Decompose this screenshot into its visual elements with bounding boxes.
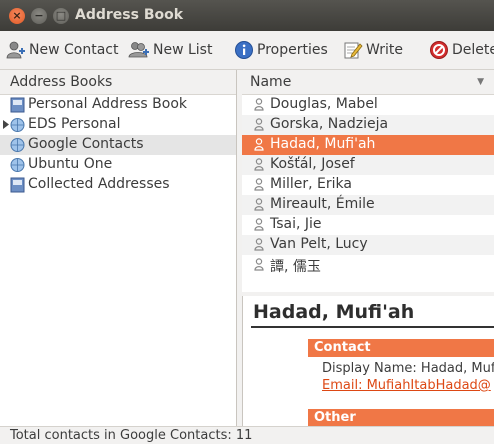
contact-name: 譚, 儒玉 — [270, 259, 321, 275]
minimize-icon[interactable]: − — [31, 8, 47, 24]
address-book-personal[interactable]: Personal Address Book — [0, 95, 236, 115]
write-label: Write — [366, 42, 403, 58]
contact-person-icon — [254, 158, 264, 171]
address-book-label: Ubuntu One — [28, 156, 113, 172]
address-book-icon — [10, 177, 25, 193]
card-divider — [251, 326, 494, 328]
address-books-pane: Address Books Personal Address Book EDS … — [0, 70, 237, 426]
contact-person-icon — [254, 98, 264, 111]
address-books-header[interactable]: Address Books — [0, 70, 236, 95]
maximize-icon[interactable]: □ — [53, 8, 69, 24]
contact-name: Košťál, Josef — [270, 156, 355, 172]
new-list-icon — [128, 42, 149, 58]
properties-button[interactable]: Properties — [234, 39, 328, 61]
globe-icon — [10, 118, 25, 132]
address-book-label: Personal Address Book — [28, 96, 188, 112]
new-contact-icon — [6, 41, 25, 59]
contact-name: Van Pelt, Lucy — [270, 236, 368, 252]
address-book-label: EDS Personal — [28, 116, 121, 132]
contact-row[interactable]: Tsai, Jie — [242, 215, 494, 235]
address-book-eds-personal[interactable]: EDS Personal — [0, 115, 236, 135]
properties-label: Properties — [257, 42, 328, 58]
address-book-ubuntu-one[interactable]: Ubuntu One — [0, 155, 236, 175]
contacts-list-pane: Name ▼ Douglas, Mabel Gorska, Nadzieja Had… — [242, 70, 494, 292]
address-book-collected[interactable]: Collected Addresses — [0, 175, 236, 195]
status-bar: Total contacts in Google Contacts: 11 — [0, 426, 494, 444]
delete-icon — [430, 41, 448, 59]
contact-person-icon — [254, 138, 264, 151]
contact-section-header: Contact — [308, 339, 494, 357]
toolbar: New Contact New List Properties Write De… — [0, 31, 494, 70]
info-icon — [235, 41, 253, 59]
status-text: Total contacts in Google Contacts: 11 — [10, 428, 253, 443]
contact-person-icon — [254, 118, 264, 131]
contact-name: Douglas, Mabel — [270, 96, 378, 112]
write-button[interactable]: Write — [343, 39, 403, 61]
contact-card-pane: Hadad, Mufi'ah Contact Display Name: Had… — [242, 296, 494, 426]
contact-name: Miller, Erika — [270, 176, 352, 192]
name-column-label: Name — [250, 74, 292, 90]
contact-card-name: Hadad, Mufi'ah — [253, 301, 415, 323]
address-book-google-contacts[interactable]: Google Contacts — [0, 135, 236, 155]
delete-label: Delete — [452, 42, 494, 58]
globe-icon — [10, 158, 25, 172]
contact-row[interactable]: Mireault, Émile — [242, 195, 494, 215]
window-titlebar: × − □ Address Book — [0, 0, 494, 31]
contact-row[interactable]: Gorska, Nadzieja — [242, 115, 494, 135]
contact-person-icon — [254, 238, 264, 251]
contact-name: Mireault, Émile — [270, 196, 375, 212]
display-name-value: Display Name: Hadad, Mufi'ah — [322, 361, 494, 376]
new-list-label: New List — [153, 42, 213, 58]
address-book-icon — [10, 97, 25, 113]
contact-person-icon — [254, 198, 264, 211]
contact-row[interactable]: Hadad, Mufi'ah — [242, 135, 494, 155]
contact-row[interactable]: Van Pelt, Lucy — [242, 235, 494, 255]
new-contact-button[interactable]: New Contact — [6, 39, 118, 61]
email-link[interactable]: Email: MufiahItabHadad@ — [322, 378, 491, 393]
contact-row[interactable]: Košťál, Josef — [242, 155, 494, 175]
new-contact-label: New Contact — [29, 42, 119, 58]
address-book-label: Google Contacts — [28, 136, 144, 152]
close-icon[interactable]: × — [9, 8, 25, 24]
contact-person-icon — [254, 178, 264, 191]
new-list-button[interactable]: New List — [128, 39, 212, 61]
contact-name: Hadad, Mufi'ah — [270, 136, 376, 152]
delete-button[interactable]: Delete — [429, 39, 494, 61]
contact-name: Tsai, Jie — [270, 216, 322, 232]
sort-arrow-icon[interactable]: ▼ — [477, 70, 484, 94]
other-section-header: Other — [308, 409, 494, 426]
expander-arrow-icon[interactable] — [3, 120, 9, 129]
write-icon — [344, 42, 363, 59]
window-title: Address Book — [75, 7, 184, 23]
contact-person-icon — [254, 258, 264, 271]
contact-person-icon — [254, 218, 264, 231]
address-book-label: Collected Addresses — [28, 176, 170, 192]
contact-row[interactable]: Miller, Erika — [242, 175, 494, 195]
contact-name: Gorska, Nadzieja — [270, 116, 389, 132]
name-column-header[interactable]: Name ▼ — [242, 70, 494, 95]
contact-row[interactable]: 譚, 儒玉 — [242, 255, 494, 275]
globe-icon — [10, 138, 25, 152]
contact-row[interactable]: Douglas, Mabel — [242, 95, 494, 115]
